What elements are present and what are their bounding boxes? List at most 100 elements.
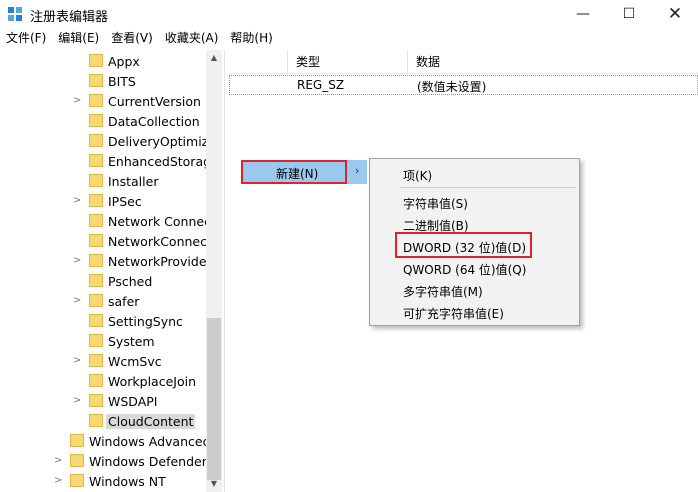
window-title: 注册表编辑器 <box>30 10 109 25</box>
column-header-type[interactable]: 类型 <box>288 50 408 74</box>
close-button[interactable]: ✕ <box>652 0 698 28</box>
folder-icon <box>89 414 103 427</box>
tree-item[interactable]: > WcmSvc <box>0 351 206 371</box>
folder-icon <box>89 314 103 327</box>
tree-item-label: IPSec <box>108 194 142 209</box>
expand-chevron-icon[interactable]: > <box>54 455 64 467</box>
table-row[interactable]: REG_SZ (数值未设置) <box>229 75 698 95</box>
submenu-arrow-icon: › <box>355 164 360 177</box>
tree-item-label: WSDAPI <box>108 394 158 409</box>
folder-icon <box>89 54 103 67</box>
tree-scrollbar[interactable]: ▲ ▼ <box>206 50 222 492</box>
highlight-box-new <box>241 160 347 184</box>
menu-edit[interactable]: 编辑(E) <box>52 28 105 48</box>
submenu-item-label: QWORD (64 位)值(Q) <box>403 263 527 277</box>
menu-help[interactable]: 帮助(H) <box>224 28 278 48</box>
tree-item[interactable]: EnhancedStorage <box>0 151 219 171</box>
tree-item-label: Appx <box>108 54 140 69</box>
tree-item-label: WcmSvc <box>108 354 162 369</box>
folder-icon <box>89 374 103 387</box>
list-header: 类型 数据 <box>229 50 698 74</box>
scroll-down-icon[interactable]: ▼ <box>206 476 222 492</box>
tree-item[interactable]: Psched <box>0 271 206 291</box>
tree-item[interactable]: Network Connec <box>0 211 211 231</box>
expand-chevron-icon[interactable]: > <box>73 395 83 407</box>
tree-item-label: SettingSync <box>108 314 183 329</box>
tree-item[interactable]: Installer <box>0 171 206 191</box>
folder-icon <box>89 194 103 207</box>
submenu-item-label: 可扩充字符串值(E) <box>403 307 504 321</box>
title-bar: 注册表编辑器 — ☐ ✕ <box>0 0 698 28</box>
submenu-item-label: 字符串值(S) <box>403 197 468 211</box>
tree-item[interactable]: System <box>0 331 206 351</box>
tree-item-label: BITS <box>108 74 136 89</box>
folder-icon <box>89 154 103 167</box>
scroll-thumb[interactable] <box>207 318 221 480</box>
folder-icon <box>89 74 103 87</box>
folder-icon <box>89 94 103 107</box>
tree-item[interactable]: Appx <box>0 51 206 71</box>
tree-item-label: Windows Advanced <box>89 434 211 449</box>
tree-item-label: EnhancedStorage <box>108 154 219 169</box>
folder-icon <box>89 214 103 227</box>
minimize-button[interactable]: — <box>560 0 606 28</box>
tree-item-label: Windows Defender <box>89 454 207 469</box>
expand-chevron-icon[interactable]: > <box>73 255 83 267</box>
folder-icon <box>70 434 84 447</box>
submenu-item-expandable-string[interactable]: 可扩充字符串值(E) <box>370 301 579 323</box>
tree-item[interactable]: > Windows NT <box>0 471 206 491</box>
menu-bar: 文件(F) 编辑(E) 查看(V) 收藏夹(A) 帮助(H) <box>0 28 698 48</box>
submenu-item-label: 多字符串值(M) <box>403 285 483 299</box>
menu-view[interactable]: 查看(V) <box>105 28 159 48</box>
expand-chevron-icon[interactable]: > <box>73 195 83 207</box>
expand-chevron-icon[interactable]: > <box>73 295 83 307</box>
folder-icon <box>89 274 103 287</box>
tree-item-label: safer <box>108 294 140 309</box>
tree-item[interactable]: DeliveryOptimiza <box>0 131 216 151</box>
submenu-item-label: 项(K) <box>403 169 433 183</box>
submenu-item-string[interactable]: 字符串值(S) <box>370 191 579 213</box>
menu-separator <box>400 187 576 188</box>
regedit-app-icon <box>8 7 22 21</box>
column-header-data[interactable]: 数据 <box>408 50 698 74</box>
folder-icon <box>89 234 103 247</box>
tree-item[interactable]: > Windows Defender <box>0 451 207 471</box>
tree-item[interactable]: WorkplaceJoin <box>0 371 206 391</box>
folder-icon <box>89 174 103 187</box>
tree-item-selected[interactable]: CloudContent <box>0 411 206 431</box>
tree-item[interactable]: BITS <box>0 71 206 91</box>
expand-chevron-icon[interactable]: > <box>54 475 64 487</box>
tree-item[interactable]: > IPSec <box>0 191 206 211</box>
submenu-item-key[interactable]: 项(K) <box>370 163 579 185</box>
tree-item-label: System <box>108 334 155 349</box>
menu-favorites[interactable]: 收藏夹(A) <box>159 28 225 48</box>
tree-item[interactable]: > NetworkProvider <box>0 251 212 271</box>
submenu-item-qword[interactable]: QWORD (64 位)值(Q) <box>370 257 579 279</box>
scroll-up-icon[interactable]: ▲ <box>206 50 222 66</box>
tree-item[interactable]: Windows Advanced <box>0 431 211 451</box>
value-data: (数值未设置) <box>417 80 487 94</box>
tree-item-label: DataCollection <box>108 114 200 129</box>
tree-item-label: WorkplaceJoin <box>108 374 197 389</box>
tree-item[interactable]: > safer <box>0 291 206 311</box>
tree-item-label: CurrentVersion <box>108 94 201 109</box>
menu-file[interactable]: 文件(F) <box>0 28 52 48</box>
tree-item[interactable]: DataCollection <box>0 111 206 131</box>
tree-item[interactable]: SettingSync <box>0 311 206 331</box>
tree-item[interactable]: > CurrentVersion <box>0 91 206 111</box>
folder-icon <box>70 454 84 467</box>
maximize-button[interactable]: ☐ <box>606 0 652 28</box>
folder-icon <box>89 114 103 127</box>
expand-chevron-icon[interactable]: > <box>73 95 83 107</box>
expand-chevron-icon[interactable]: > <box>73 355 83 367</box>
folder-icon <box>89 134 103 147</box>
folder-icon <box>89 254 103 267</box>
tree-item[interactable]: > WSDAPI <box>0 391 206 411</box>
tree-item-label: NetworkConnect <box>108 234 212 249</box>
tree-item-label: Windows NT <box>89 474 166 489</box>
column-header-name[interactable] <box>229 50 288 74</box>
folder-icon <box>89 394 103 407</box>
tree-item[interactable]: NetworkConnect <box>0 231 212 251</box>
value-type: REG_SZ <box>297 78 345 92</box>
submenu-item-multi-string[interactable]: 多字符串值(M) <box>370 279 579 301</box>
